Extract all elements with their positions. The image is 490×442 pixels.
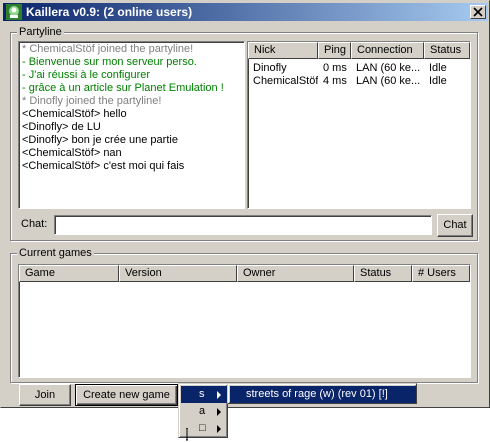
- user-connection: LAN (60 ke...: [356, 75, 421, 87]
- submenu-arrow-icon: [217, 425, 221, 433]
- join-button[interactable]: Join: [19, 384, 71, 406]
- create-new-game-button[interactable]: Create new game: [75, 384, 178, 406]
- menu-item-label: □: [199, 422, 206, 434]
- menu-item-label: s: [199, 388, 205, 400]
- users-list[interactable]: Nick Ping Connection Status Dinofly 0 ms…: [247, 41, 471, 209]
- kaillera-app-icon: [6, 4, 22, 20]
- title-bar[interactable]: Kaillera v0.9: (2 online users): [3, 3, 488, 21]
- user-connection: LAN (60 ke...: [356, 62, 421, 74]
- user-status: Idle: [429, 75, 447, 87]
- chat-send-button[interactable]: Chat: [437, 214, 473, 237]
- chat-message: - Bienvenue sur mon serveur perso.: [22, 56, 197, 68]
- window-title: Kaillera v0.9: (2 online users): [26, 5, 193, 19]
- current-games-legend: Current games: [17, 247, 94, 259]
- user-nick: ChemicalStöf: [253, 75, 318, 87]
- chat-message: * ChemicalStöf joined the partyline!: [22, 43, 194, 55]
- chat-input[interactable]: [54, 215, 432, 235]
- user-nick: Dinofly: [253, 62, 287, 74]
- chat-message: <ChemicalStöf> hello: [22, 108, 127, 120]
- submenu-item-streets-of-rage[interactable]: streets of rage (w) (rev 01) [!]: [230, 386, 416, 403]
- user-ping: 4 ms: [323, 75, 347, 87]
- menu-item-s[interactable]: s: [181, 386, 227, 403]
- kaillera-window: Kaillera v0.9: (2 online users) Partylin…: [0, 0, 490, 408]
- games-list[interactable]: Game Version Owner Status # Users: [18, 264, 471, 378]
- users-column-nick[interactable]: Nick: [248, 42, 318, 59]
- users-column-status[interactable]: Status: [424, 42, 470, 59]
- user-ping: 0 ms: [323, 62, 347, 74]
- chat-message: - grâce à un article sur Planet Emulatio…: [22, 82, 224, 94]
- user-status: Idle: [429, 62, 447, 74]
- menu-item-label: a: [199, 405, 206, 417]
- chat-message: <Dinofly> de LU: [22, 121, 101, 133]
- games-column-owner[interactable]: Owner: [237, 265, 354, 282]
- chat-message: * Dinofly joined the partyline!: [22, 95, 162, 107]
- menu-item-a[interactable]: a: [181, 403, 227, 420]
- submenu-arrow-icon: [217, 391, 221, 399]
- games-column-game[interactable]: Game: [19, 265, 119, 282]
- close-button[interactable]: [470, 5, 486, 19]
- submenu-arrow-icon: [217, 408, 221, 416]
- users-column-ping[interactable]: Ping: [318, 42, 351, 59]
- submenu-item-label: streets of rage (w) (rev 01) [!]: [246, 388, 388, 400]
- users-column-connection[interactable]: Connection: [351, 42, 424, 59]
- partyline-chat-log[interactable]: * ChemicalStöf joined the partyline! - B…: [18, 41, 245, 209]
- game-submenu: streets of rage (w) (rev 01) [!]: [227, 383, 417, 404]
- close-icon: [473, 7, 483, 17]
- chat-message: - J'ai réussi à le configurer: [22, 69, 151, 81]
- games-column-version[interactable]: Version: [119, 265, 237, 282]
- games-column-users[interactable]: # Users: [412, 265, 470, 282]
- chat-label: Chat:: [21, 218, 48, 230]
- chat-message: <Dinofly> bon je crée une partie: [22, 134, 178, 146]
- games-column-status[interactable]: Status: [354, 265, 412, 282]
- partyline-legend: Partyline: [17, 26, 64, 38]
- mouse-cursor-icon: [186, 428, 188, 441]
- chat-message: <ChemicalStöf> c'est moi qui fais: [22, 160, 185, 172]
- chat-message: <ChemicalStöf> nan: [22, 147, 122, 159]
